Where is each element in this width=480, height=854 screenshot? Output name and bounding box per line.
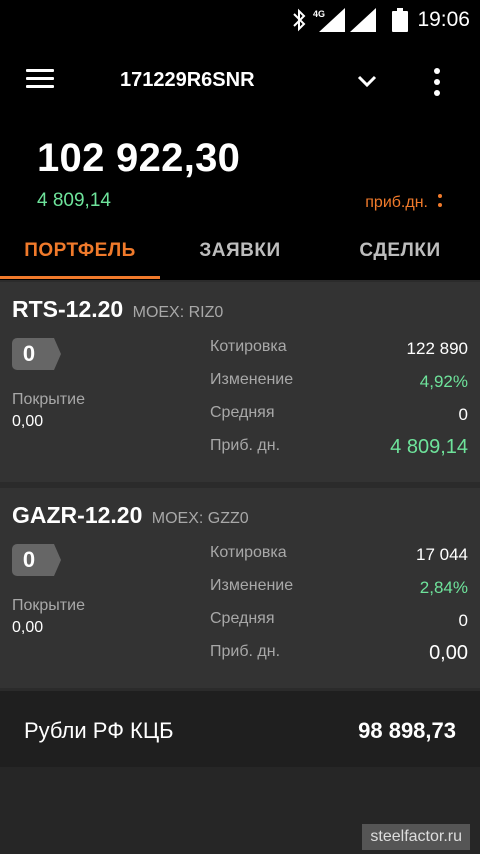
tab-orders[interactable]: ЗАЯВКИ <box>160 228 320 280</box>
status-time: 19:06 <box>417 8 470 31</box>
position-exchange: MOEX: GZZ0 <box>151 510 249 527</box>
average-value: 0 <box>458 405 468 424</box>
quantity-badge: 0 <box>12 338 61 370</box>
tab-portfolio[interactable]: ПОРТФЕЛЬ <box>0 228 160 280</box>
pnl-mode-selector[interactable]: приб.дн. <box>365 194 428 212</box>
average-label: Средняя <box>210 404 275 421</box>
average-value: 0 <box>458 611 468 630</box>
tab-bar: ПОРТФЕЛЬ ЗАЯВКИ СДЕЛКИ <box>0 228 480 280</box>
tab-trades[interactable]: СДЕЛКИ <box>320 228 480 280</box>
more-vert-icon[interactable] <box>428 67 446 97</box>
coverage-value: 0,00 <box>12 619 44 636</box>
daily-pnl-value: 4 809,14 <box>390 436 468 458</box>
account-selector[interactable]: 171229R6SNR <box>120 69 255 92</box>
daily-pnl-label: Приб. дн. <box>210 437 281 454</box>
position-ticker: RTS-12.20 <box>12 296 124 322</box>
position-card[interactable]: RTS-12.20 MOEX: RIZ0 0 Покрытие 0,00 Кот… <box>0 282 480 482</box>
pnl-options-icon[interactable] <box>438 194 444 214</box>
empty-area: steelfactor.ru <box>0 767 480 854</box>
quote-value: 17 044 <box>416 545 468 564</box>
change-value: 2,84% <box>419 578 468 597</box>
network-4g-icon: 4G <box>313 8 345 32</box>
daily-pnl: 4 809,14 <box>37 190 111 211</box>
chevron-down-icon[interactable] <box>354 68 380 94</box>
position-exchange: MOEX: RIZ0 <box>132 304 224 321</box>
tab-indicator <box>0 276 160 279</box>
quote-label: Котировка <box>210 544 287 561</box>
cash-label: Рубли РФ КЦБ <box>24 718 174 743</box>
portfolio-total: 102 922,30 <box>37 136 241 180</box>
daily-pnl-label: Приб. дн. <box>210 643 281 660</box>
svg-text:4G: 4G <box>313 9 325 19</box>
change-label: Изменение <box>210 371 294 388</box>
position-card[interactable]: GAZR-12.20 MOEX: GZZ0 0 Покрытие 0,00 Ко… <box>0 488 480 688</box>
watermark: steelfactor.ru <box>362 824 470 850</box>
coverage-label: Покрытие <box>12 597 85 614</box>
status-bar: 4G 19:06 <box>0 0 480 40</box>
bluetooth-icon <box>293 8 306 32</box>
change-label: Изменение <box>210 577 294 594</box>
position-title: RTS-12.20 MOEX: RIZ0 <box>12 296 223 323</box>
menu-icon[interactable] <box>26 69 56 93</box>
change-value: 4,92% <box>419 372 468 391</box>
daily-pnl-value: 0,00 <box>429 642 468 664</box>
position-ticker: GAZR-12.20 <box>12 502 143 528</box>
app-bar: 171229R6SNR <box>0 40 480 122</box>
battery-icon <box>392 8 408 32</box>
quote-label: Котировка <box>210 338 287 355</box>
coverage-value: 0,00 <box>12 413 44 430</box>
quantity-badge: 0 <box>12 544 61 576</box>
average-label: Средняя <box>210 610 275 627</box>
coverage-label: Покрытие <box>12 391 85 408</box>
position-title: GAZR-12.20 MOEX: GZZ0 <box>12 502 249 529</box>
signal-icon <box>350 8 376 32</box>
quote-value: 122 890 <box>406 339 468 358</box>
cash-row[interactable]: Рубли РФ КЦБ 98 898,73 <box>0 691 480 767</box>
cash-value: 98 898,73 <box>358 718 456 743</box>
